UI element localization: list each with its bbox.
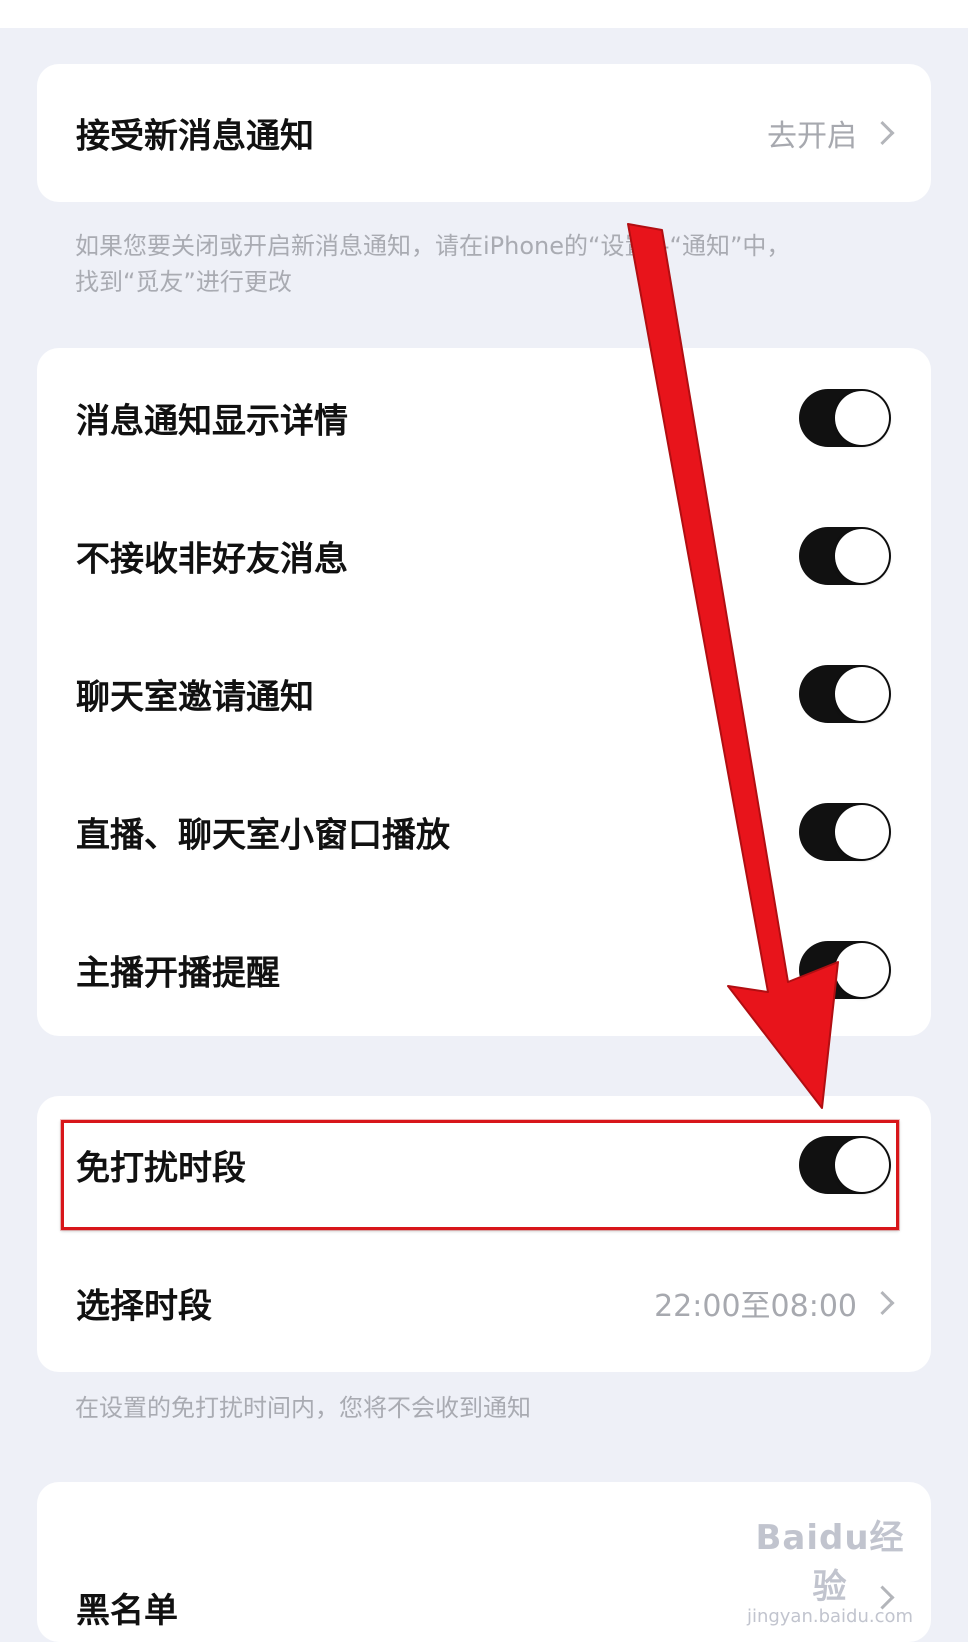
notification-settings-note: 如果您要关闭或开启新消息通知，请在iPhone的“设置”-“通知”中， 找到“觅… bbox=[75, 228, 855, 300]
period-value: 22:00至08:00 bbox=[654, 1289, 857, 1324]
switch-knob bbox=[835, 667, 889, 721]
mini-window-switch[interactable] bbox=[799, 803, 891, 861]
top-bar bbox=[0, 0, 968, 28]
select-period-label: 选择时段 bbox=[76, 1286, 212, 1327]
annotation-highlight-box bbox=[61, 1120, 899, 1230]
watermark-url: jingyan.baidu.com bbox=[746, 1606, 914, 1627]
dnd-note: 在设置的免打扰时间内，您将不会收到通知 bbox=[75, 1394, 531, 1422]
note-line-1: 如果您要关闭或开启新消息通知，请在iPhone的“设置”-“通知”中， bbox=[75, 232, 791, 260]
chevron-right-icon bbox=[870, 1290, 895, 1316]
show-details-switch[interactable] bbox=[799, 389, 891, 447]
toggle-row-live-reminder: 主播开播提醒 bbox=[37, 900, 931, 1040]
toggle-label: 主播开播提醒 bbox=[76, 953, 280, 994]
block-strangers-switch[interactable] bbox=[799, 527, 891, 585]
toggle-row-block-strangers: 不接收非好友消息 bbox=[37, 486, 931, 626]
receive-notifications-row[interactable]: 接受新消息通知 去开启 bbox=[37, 64, 931, 202]
watermark-brand: Baidu经验 bbox=[755, 1518, 905, 1607]
switch-knob bbox=[835, 529, 889, 583]
toggle-row-mini-window: 直播、聊天室小窗口播放 bbox=[37, 762, 931, 902]
switch-knob bbox=[835, 943, 889, 997]
baidu-jingyan-watermark: Baidu经验 jingyan.baidu.com bbox=[740, 1510, 920, 1627]
toggle-row-show-details: 消息通知显示详情 bbox=[37, 348, 931, 488]
toggle-label: 消息通知显示详情 bbox=[76, 401, 348, 442]
toggle-label: 直播、聊天室小窗口播放 bbox=[76, 815, 450, 856]
chevron-right-icon bbox=[870, 120, 895, 146]
toggle-label: 聊天室邀请通知 bbox=[76, 677, 314, 718]
notification-toggles-card: 消息通知显示详情 不接收非好友消息 聊天室邀请通知 直播、聊天室小窗口播放 主播… bbox=[37, 348, 931, 1036]
switch-knob bbox=[835, 391, 889, 445]
switch-knob bbox=[835, 805, 889, 859]
receive-notifications-label: 接受新消息通知 bbox=[76, 116, 314, 157]
select-period-row[interactable]: 选择时段 22:00至08:00 bbox=[37, 1234, 931, 1372]
chatroom-invite-switch[interactable] bbox=[799, 665, 891, 723]
enable-link[interactable]: 去开启 bbox=[767, 111, 857, 155]
blacklist-label: 黑名单 bbox=[76, 1591, 178, 1631]
note-line-2: 找到“觅友”进行更改 bbox=[75, 268, 292, 296]
live-reminder-switch[interactable] bbox=[799, 941, 891, 999]
receive-notifications-card: 接受新消息通知 去开启 bbox=[37, 64, 931, 202]
toggle-row-chatroom-invite: 聊天室邀请通知 bbox=[37, 624, 931, 764]
toggle-label: 不接收非好友消息 bbox=[76, 539, 348, 580]
dnd-period-card: 选择时段 22:00至08:00 bbox=[37, 1234, 931, 1372]
